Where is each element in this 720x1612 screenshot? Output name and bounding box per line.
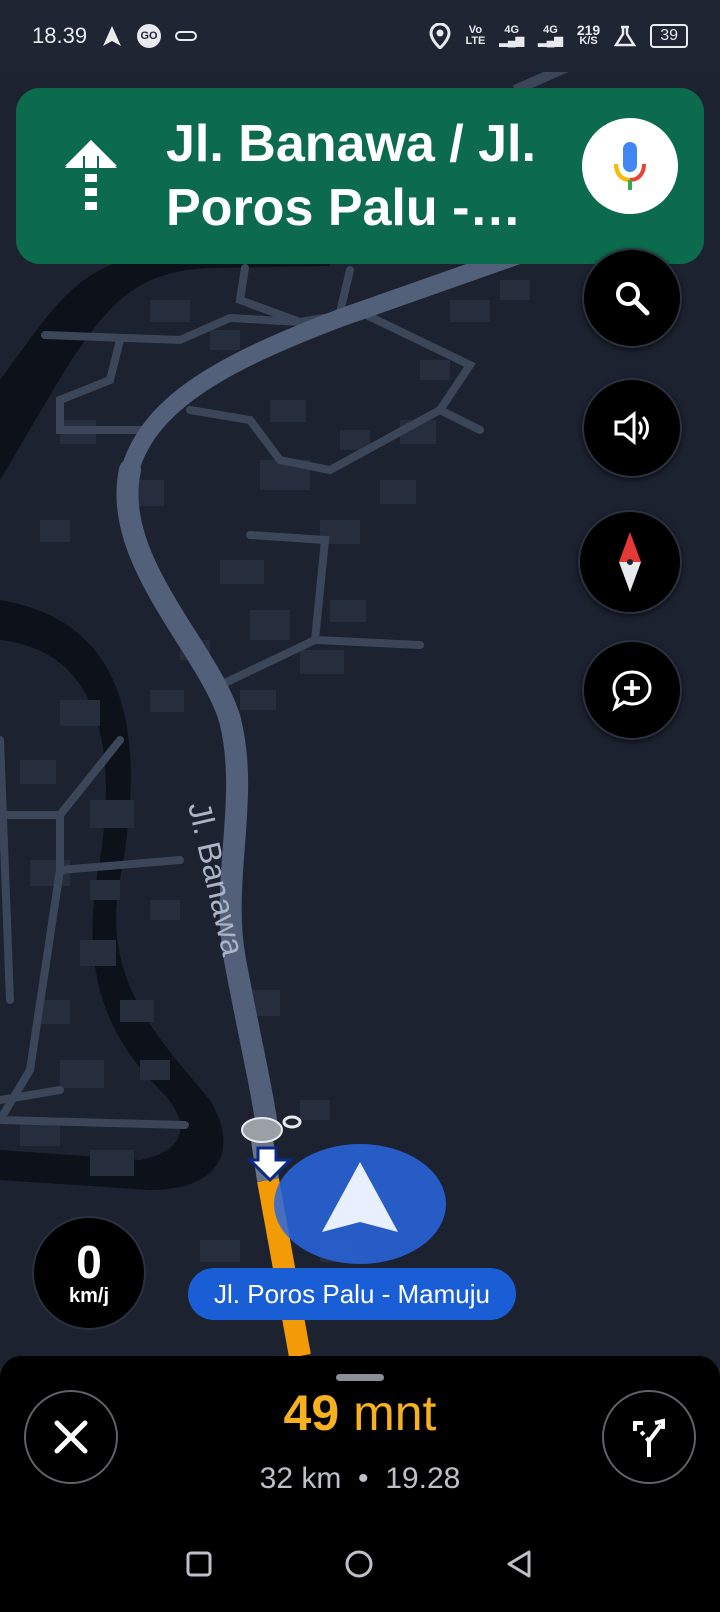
system-navigation-bar (0, 1524, 720, 1604)
route-options-icon (633, 1418, 665, 1457)
voice-search-button[interactable] (582, 118, 678, 214)
home-icon[interactable] (343, 1548, 375, 1580)
search-button[interactable] (582, 248, 682, 348)
search-icon (616, 282, 650, 316)
speed-unit: km/j (68, 1284, 110, 1307)
go-badge-icon: GO (137, 24, 162, 48)
sim1-signal-icon: 4G ▂▄▆ (499, 24, 525, 47)
lab-flask-icon (614, 25, 637, 47)
volte-icon: Vo LTE (465, 24, 486, 47)
alternate-routes-button[interactable] (602, 1390, 696, 1484)
instruction-street-name: Jl. Banawa / Jl. Poros Palu - Mamuju (166, 115, 536, 237)
compass-button[interactable] (578, 510, 682, 614)
status-bar: 18.39 GO Vo LTE 4G ▂▄▆ 4G ▂▄▆ 219 K/S 39 (0, 0, 720, 72)
trip-distance: 32 km (259, 1462, 342, 1495)
recent-apps-icon[interactable] (185, 1550, 213, 1578)
navigation-instruction-banner[interactable]: Jl. Banawa / Jl. Poros Palu - Mamuju (16, 88, 704, 264)
add-report-icon (612, 670, 652, 712)
sheet-drag-handle[interactable] (336, 1374, 384, 1381)
status-time: 18.39 (32, 23, 88, 48)
network-speed: 219 K/S (576, 22, 601, 47)
speedometer: 0 km/j (32, 1216, 146, 1330)
straight-arrow-icon (16, 88, 166, 264)
speed-value: 0 (76, 1235, 102, 1288)
app-notification-icon (175, 31, 198, 41)
microphone-icon (614, 142, 646, 190)
sound-button[interactable] (582, 378, 682, 478)
trip-separator: • (358, 1462, 369, 1495)
navigation-status-icon (103, 26, 122, 46)
location-icon (429, 23, 451, 49)
add-report-button[interactable] (582, 640, 682, 740)
compass-icon (619, 532, 641, 592)
battery-indicator: 39 (650, 24, 688, 48)
position-marker-shadow (241, 1117, 283, 1143)
sim2-signal-icon: 4G ▂▄▆ (538, 24, 563, 47)
back-icon[interactable] (505, 1549, 535, 1579)
current-road-chip: Jl. Poros Palu - Mamuju (188, 1268, 516, 1320)
arrival-time: 19.28 (385, 1462, 461, 1495)
volume-icon (614, 410, 649, 446)
